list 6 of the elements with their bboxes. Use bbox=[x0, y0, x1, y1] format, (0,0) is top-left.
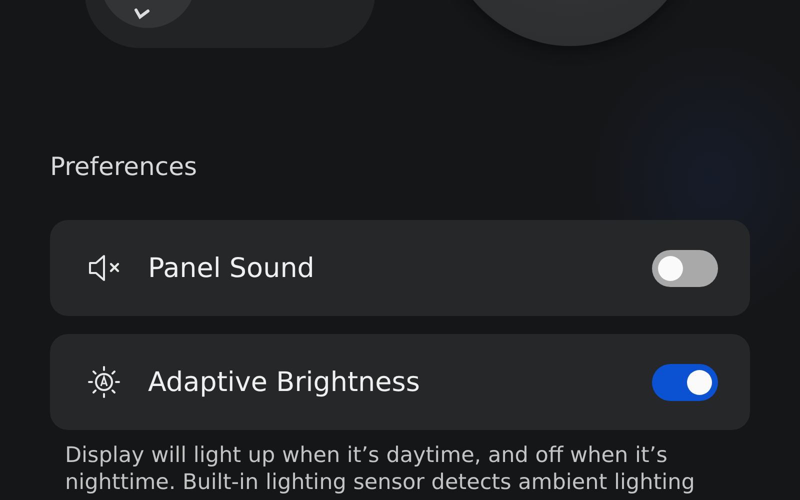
section-title: Preferences bbox=[50, 152, 198, 183]
description-text: Display will light up when it’s daytime, and off when it’s nighttime. Built-in lighting sensor detects ambient lighting bbox=[65, 442, 696, 496]
toggle-switch[interactable] bbox=[652, 364, 718, 400]
setting-label: Adaptive Brightness bbox=[148, 366, 421, 398]
setting-label: Panel Sound bbox=[148, 252, 316, 284]
toggle-switch[interactable] bbox=[652, 250, 718, 286]
